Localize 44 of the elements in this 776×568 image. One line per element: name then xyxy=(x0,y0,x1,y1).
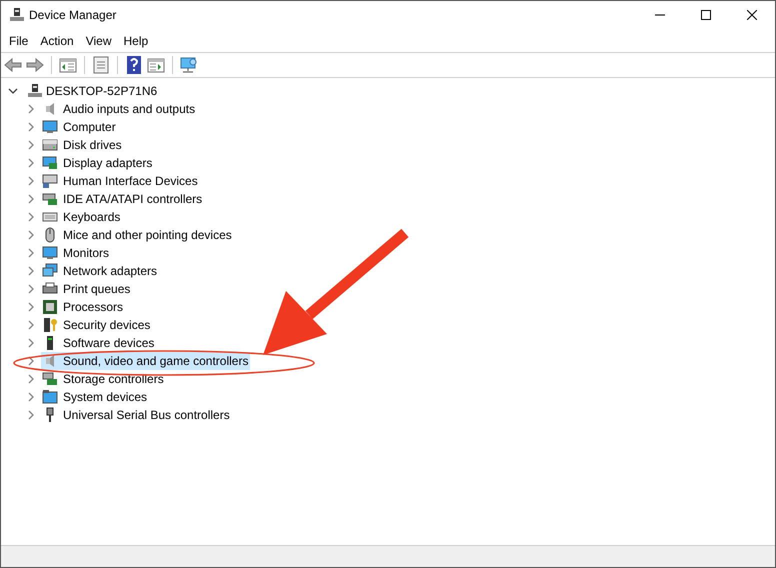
computer-tower-icon xyxy=(27,83,43,99)
keyboard-mouse-icon xyxy=(42,173,58,189)
tree-item[interactable]: Print queues xyxy=(63,280,132,298)
controller-card-icon xyxy=(42,191,58,207)
forward-arrow-icon[interactable] xyxy=(25,55,45,75)
menu-item[interactable]: File xyxy=(3,32,34,50)
tree-item[interactable]: System devices xyxy=(63,388,150,406)
chip-icon xyxy=(42,299,58,315)
tree-item[interactable]: Software devices xyxy=(63,334,156,352)
tree-item[interactable]: Network adapters xyxy=(63,262,160,280)
menu-item[interactable]: View xyxy=(80,32,118,50)
tree-item[interactable]: Computer xyxy=(63,118,118,136)
help-icon[interactable] xyxy=(124,55,144,75)
storage-card-icon xyxy=(42,371,58,387)
collapse-chevron-icon[interactable] xyxy=(8,86,18,96)
tree-item[interactable]: Disk drives xyxy=(63,136,124,154)
tree-item[interactable]: Audio inputs and outputs xyxy=(63,100,198,118)
system-folder-icon xyxy=(42,389,58,405)
monitor-icon xyxy=(42,119,58,135)
close-icon xyxy=(747,10,757,20)
disk-drive-icon xyxy=(42,137,58,153)
tree-item[interactable]: Storage controllers xyxy=(63,370,166,388)
tree-item[interactable]: Keyboards xyxy=(63,208,122,226)
maximize-icon xyxy=(701,10,711,20)
device-manager-icon xyxy=(9,7,25,23)
display-card-icon xyxy=(42,155,58,171)
monitor-icon xyxy=(42,245,58,261)
tree-item[interactable]: Processors xyxy=(63,298,126,316)
menu-item[interactable]: Action xyxy=(34,32,80,50)
tree-item[interactable]: DESKTOP-52P71N6 xyxy=(45,82,158,100)
properties-icon[interactable] xyxy=(91,55,111,75)
menu-item[interactable]: Help xyxy=(118,32,154,50)
key-tower-icon xyxy=(42,317,58,333)
scan-monitor-icon[interactable] xyxy=(179,55,199,75)
network-icon xyxy=(42,263,58,279)
tree-item[interactable]: Human Interface Devices xyxy=(63,172,200,190)
back-arrow-icon[interactable] xyxy=(3,55,23,75)
tree-item[interactable]: Universal Serial Bus controllers xyxy=(63,406,232,424)
tree-item[interactable]: Mice and other pointing devices xyxy=(63,226,234,244)
window-title: Device Manager xyxy=(29,7,116,24)
tree-item[interactable]: Monitors xyxy=(63,244,112,262)
tree-item[interactable]: Display adapters xyxy=(63,154,154,172)
tree-item[interactable]: Security devices xyxy=(63,316,152,334)
tree-item[interactable]: IDE ATA/ATAPI controllers xyxy=(63,190,204,208)
